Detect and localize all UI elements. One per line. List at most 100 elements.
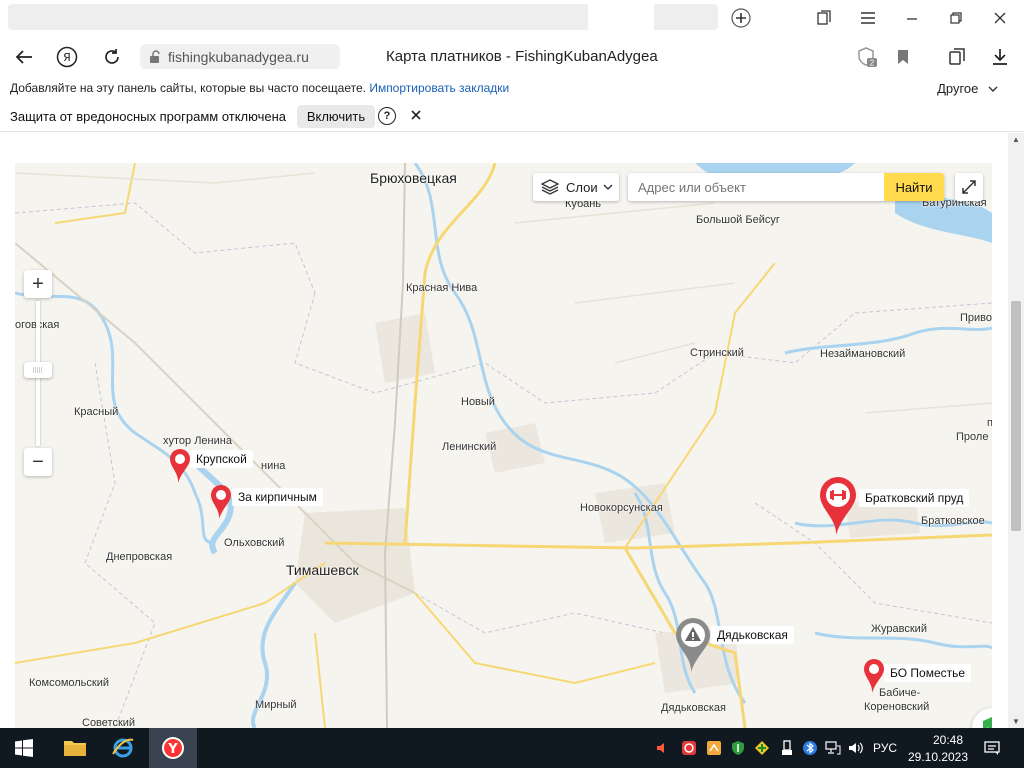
bookmarks-icon xyxy=(817,10,831,25)
scroll-up-icon[interactable]: ▲ xyxy=(1012,135,1020,144)
tray-green-plus-icon[interactable] xyxy=(753,739,771,757)
placemark-label[interactable]: БО Поместье xyxy=(884,664,972,682)
tray-network-icon[interactable] xyxy=(824,739,842,757)
unlocked-padlock-icon[interactable] xyxy=(148,49,162,64)
place-label: Стринский xyxy=(690,347,744,359)
internet-explorer-icon xyxy=(112,738,134,758)
clock-date[interactable]: 29.10.2023 xyxy=(903,750,973,764)
map-background xyxy=(15,163,992,728)
close-icon xyxy=(411,110,421,120)
tab-bar xyxy=(0,0,1024,36)
place-label: Незаймановский xyxy=(820,348,906,360)
help-icon[interactable]: ? xyxy=(378,107,396,125)
place-label: Дядьковская xyxy=(661,702,726,714)
placemark-dyadkovskaya[interactable] xyxy=(672,616,714,677)
taskbar-file-explorer[interactable] xyxy=(51,728,99,768)
shield-check-icon xyxy=(983,717,992,728)
import-bookmarks-link[interactable]: Импортировать закладки xyxy=(369,81,509,95)
tabs-bookmark-button[interactable] xyxy=(812,6,836,30)
menu-button[interactable] xyxy=(856,6,880,30)
map-search-input[interactable] xyxy=(628,173,883,201)
address-bar[interactable]: fishingkubanadygea.ru xyxy=(140,44,340,69)
place-label: Ленинский xyxy=(442,441,497,453)
map-search-button[interactable]: Найти xyxy=(884,173,944,201)
language-indicator[interactable]: РУС xyxy=(873,741,897,755)
minimize-icon xyxy=(907,18,917,20)
yandex-button[interactable]: Я xyxy=(54,44,80,70)
placemark-za-kirpichnym[interactable] xyxy=(208,483,234,524)
layers-button[interactable]: Слои xyxy=(533,173,619,201)
yandex-map[interactable]: Брюховецкая Кубань Большой Бейсуг Батури… xyxy=(15,163,992,728)
collections-button[interactable] xyxy=(944,44,970,70)
placemark-bratkovsky-prud[interactable] xyxy=(816,475,860,540)
zoom-in-button[interactable]: + xyxy=(24,270,52,298)
tray-bluetooth-icon[interactable] xyxy=(801,739,819,757)
place-label: Братковское xyxy=(921,515,985,527)
place-label: Журавский xyxy=(871,623,927,635)
layers-label: Слои xyxy=(566,179,598,195)
page-content: Брюховецкая Кубань Большой Бейсуг Батури… xyxy=(0,133,1008,728)
place-label: Красная Нива xyxy=(406,282,478,294)
place-label: Красный xyxy=(74,406,119,418)
place-label: Ольховский xyxy=(224,537,285,549)
windows-taskbar: Y РУС 20:48 29.10.2023 xyxy=(0,728,1024,768)
yandex-browser-icon: Y xyxy=(162,737,184,759)
place-label: Днепровская xyxy=(106,551,173,563)
placemark-label[interactable]: За кирпичным xyxy=(232,488,323,506)
other-bookmarks-button[interactable]: Другое xyxy=(937,81,998,96)
hamburger-icon xyxy=(861,12,875,24)
folder-icon xyxy=(64,741,86,756)
placemark-label[interactable]: Дядьковская xyxy=(711,626,794,644)
warning-pin-icon xyxy=(676,618,710,672)
url-text[interactable]: fishingkubanadygea.ru xyxy=(168,49,309,65)
place-label: Большой Бейсуг xyxy=(696,214,780,226)
new-tab-button[interactable] xyxy=(729,6,753,30)
zoom-slider-handle[interactable] xyxy=(24,362,52,378)
clock-time[interactable]: 20:48 xyxy=(918,733,978,747)
fullscreen-button[interactable] xyxy=(955,173,983,201)
tray-speaker-red-icon[interactable] xyxy=(653,739,671,757)
reload-button[interactable] xyxy=(99,44,125,70)
zoom-out-button[interactable]: − xyxy=(24,448,52,476)
expand-icon xyxy=(962,180,976,194)
placemark-label[interactable]: Братковский пруд xyxy=(859,489,970,507)
svg-text:Y: Y xyxy=(167,742,178,757)
taskbar-internet-explorer[interactable] xyxy=(99,728,147,768)
restore-button[interactable] xyxy=(944,6,968,30)
tray-app-icon[interactable] xyxy=(705,739,723,757)
place-label: Кореновский xyxy=(864,701,930,713)
reload-icon xyxy=(105,49,119,64)
place-label: Тимашевск xyxy=(286,562,359,578)
plus-icon xyxy=(731,8,751,28)
back-button[interactable] xyxy=(11,44,37,70)
active-tab[interactable] xyxy=(588,0,654,30)
scroll-down-icon[interactable]: ▼ xyxy=(1012,717,1020,726)
download-icon xyxy=(993,49,1007,65)
page-scrollbar[interactable]: ▲ ▼ xyxy=(1008,133,1024,728)
close-icon xyxy=(994,12,1006,24)
map-search: Найти xyxy=(628,173,944,201)
tray-usb-icon[interactable] xyxy=(778,739,796,757)
downloads-button[interactable] xyxy=(987,44,1013,70)
navigation-bar: Я fishingkubanadygea.ru Карта платников … xyxy=(0,36,1024,76)
page-title: Карта платников - FishingKubanAdygea xyxy=(386,48,658,65)
start-button[interactable] xyxy=(0,728,48,768)
minimize-button[interactable] xyxy=(900,6,924,30)
dumbbell-pin-icon xyxy=(820,477,856,535)
tray-volume-icon[interactable] xyxy=(847,739,865,757)
taskbar-yandex-browser[interactable]: Y xyxy=(149,728,197,768)
close-window-button[interactable] xyxy=(988,6,1012,30)
protect-button[interactable]: 2 xyxy=(854,44,880,70)
tray-shield-icon[interactable] xyxy=(729,739,747,757)
yandex-logo-icon: Я xyxy=(56,46,78,68)
place-label: Новокорсунская xyxy=(580,502,663,514)
placemark-label[interactable]: Крупской xyxy=(190,450,253,468)
tray-alarm-icon[interactable] xyxy=(680,739,698,757)
chevron-down-icon xyxy=(988,86,998,92)
bookmark-page-button[interactable] xyxy=(890,44,916,70)
notifications-icon[interactable] xyxy=(983,739,1001,757)
collections-icon xyxy=(949,48,965,65)
enable-protection-button[interactable]: Включить xyxy=(297,105,375,128)
scrollbar-thumb[interactable] xyxy=(1011,301,1021,531)
close-warning-button[interactable] xyxy=(411,107,421,123)
